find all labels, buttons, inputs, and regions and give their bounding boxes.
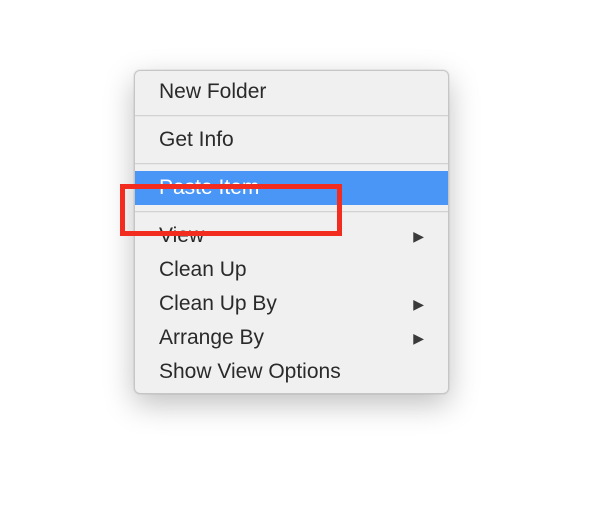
menu-item-label: Clean Up By (159, 292, 405, 316)
menu-item-clean-up-by[interactable]: Clean Up By ▶ (135, 287, 448, 321)
menu-item-new-folder[interactable]: New Folder (135, 75, 448, 109)
menu-item-label: Get Info (159, 128, 424, 152)
menu-item-get-info[interactable]: Get Info (135, 123, 448, 157)
chevron-right-icon: ▶ (413, 330, 424, 347)
menu-item-label: New Folder (159, 80, 424, 104)
menu-item-paste-item[interactable]: Paste Item (135, 171, 448, 205)
menu-separator (135, 163, 448, 165)
chevron-right-icon: ▶ (413, 228, 424, 245)
menu-separator (135, 115, 448, 117)
menu-item-show-view-options[interactable]: Show View Options (135, 355, 448, 389)
menu-item-label: Show View Options (159, 360, 424, 384)
context-menu: New Folder Get Info Paste Item View ▶ Cl… (134, 70, 449, 394)
menu-item-label: View (159, 224, 405, 248)
menu-item-label: Paste Item (159, 176, 424, 200)
menu-item-clean-up[interactable]: Clean Up (135, 253, 448, 287)
menu-item-arrange-by[interactable]: Arrange By ▶ (135, 321, 448, 355)
menu-item-label: Arrange By (159, 326, 405, 350)
chevron-right-icon: ▶ (413, 296, 424, 313)
menu-item-label: Clean Up (159, 258, 424, 282)
menu-item-view[interactable]: View ▶ (135, 219, 448, 253)
menu-separator (135, 211, 448, 213)
